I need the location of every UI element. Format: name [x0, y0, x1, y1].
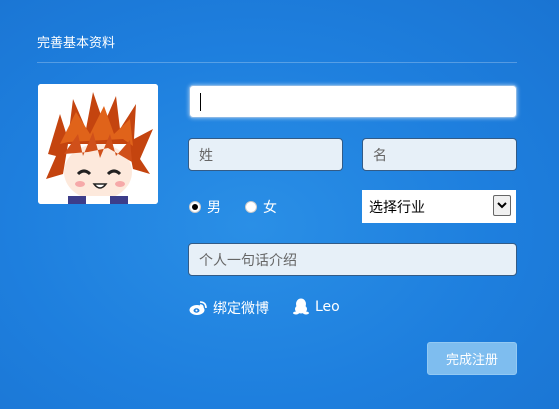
industry-selected-label: 选择行业	[369, 199, 425, 216]
qq-account-link[interactable]: Leo	[293, 298, 340, 315]
avatar-image	[38, 84, 158, 204]
radio-unchecked-icon	[245, 201, 257, 213]
qq-account-label: Leo	[315, 298, 340, 315]
complete-registration-button[interactable]: 完成注册	[427, 342, 517, 375]
qq-penguin-icon	[293, 298, 309, 315]
gender-female-label: 女	[263, 200, 277, 216]
last-name-placeholder: 姓	[199, 147, 213, 164]
bind-weibo-link[interactable]: 绑定微博	[189, 298, 269, 318]
text-cursor	[200, 92, 201, 111]
avatar[interactable]	[38, 84, 158, 204]
title-divider	[37, 62, 517, 63]
gender-male-radio[interactable]: 男	[189, 197, 221, 217]
bind-weibo-label: 绑定微博	[213, 301, 269, 317]
last-name-field[interactable]: 姓	[188, 138, 343, 171]
weibo-icon	[189, 301, 207, 315]
chevron-down-icon[interactable]	[493, 195, 511, 216]
bio-placeholder: 个人一句话介绍	[199, 252, 297, 269]
radio-checked-icon	[189, 201, 201, 213]
username-input[interactable]	[189, 85, 517, 118]
first-name-placeholder: 名	[373, 147, 387, 164]
page-title: 完善基本资料	[37, 36, 116, 51]
gender-male-label: 男	[207, 200, 221, 216]
industry-select[interactable]: 选择行业	[362, 190, 516, 223]
gender-female-radio[interactable]: 女	[245, 197, 277, 217]
first-name-field[interactable]: 名	[362, 138, 517, 171]
bio-input[interactable]: 个人一句话介绍	[188, 243, 517, 276]
